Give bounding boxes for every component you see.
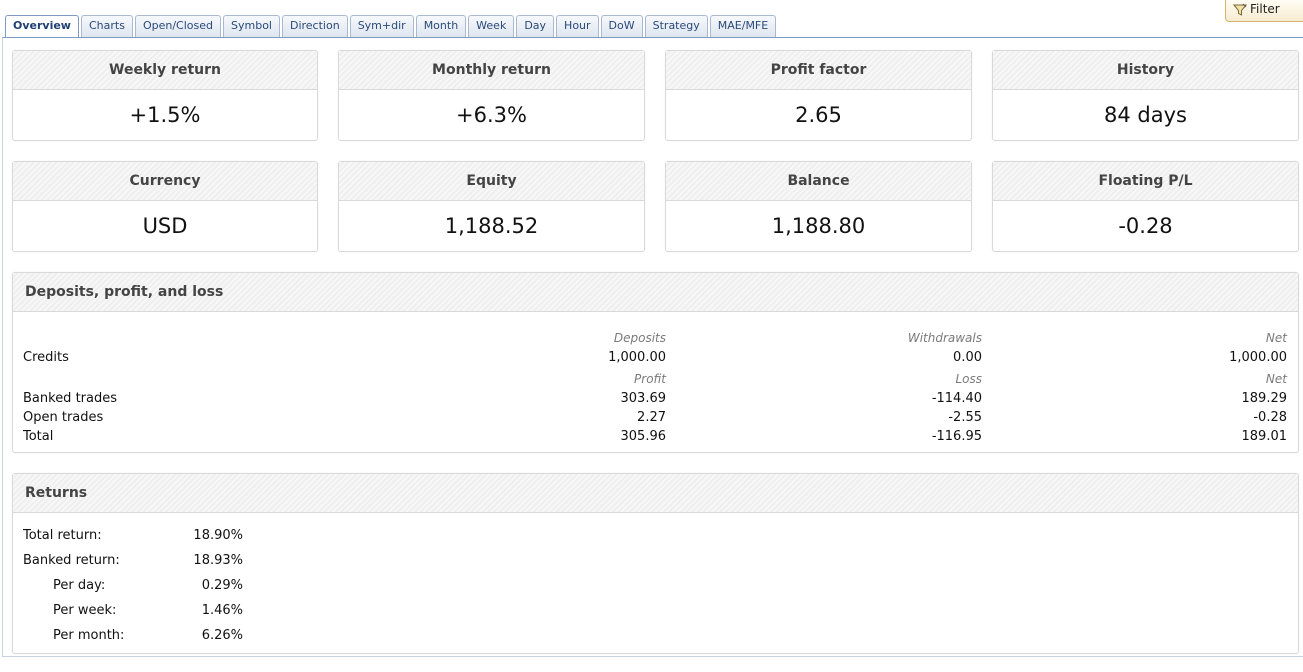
card-value: 1,188.52: [444, 214, 539, 238]
returns-list: Total return: 18.90% Banked return: 18.9…: [23, 526, 243, 651]
column-header: Net: [1265, 331, 1287, 345]
table-row: Credits 1,000.00 0.00 1,000.00: [23, 348, 1287, 367]
cell: -2.55: [948, 410, 982, 425]
column-header: Loss: [955, 372, 982, 386]
tab-month[interactable]: Month: [415, 15, 467, 37]
row-label: Open trades: [23, 410, 104, 425]
tab-charts[interactable]: Charts: [80, 15, 133, 37]
list-item: Banked return: 18.93%: [23, 551, 243, 576]
cell: 303.69: [620, 391, 667, 406]
return-value: 1.46%: [201, 603, 243, 618]
card-title: Floating P/L: [993, 162, 1298, 201]
tab-strategy[interactable]: Strategy: [644, 15, 708, 37]
list-item: Per week: 1.46%: [23, 601, 243, 626]
tab-sym-dir[interactable]: Sym+dir: [349, 15, 414, 37]
table-header-row: Profit Loss Net: [23, 370, 1287, 389]
cell: 1,000.00: [1229, 350, 1287, 365]
currency-card: Currency USD: [12, 161, 318, 252]
return-label: Per day:: [53, 578, 106, 593]
history-card: History 84 days: [992, 50, 1299, 141]
cell: -114.40: [931, 391, 982, 406]
cell: 305.96: [620, 429, 667, 444]
table-row: Banked trades 303.69 -114.40 189.29: [23, 389, 1287, 408]
card-value: -0.28: [1118, 214, 1173, 238]
return-value: 18.90%: [193, 528, 243, 543]
section-title: Returns: [13, 474, 1298, 513]
cell: 189.29: [1241, 391, 1288, 406]
cell: 2.27: [637, 410, 666, 425]
card-title: Weekly return: [13, 51, 317, 90]
deposits-table: Deposits Withdrawals Net Credits 1,000.0…: [23, 329, 1287, 446]
cell: 1,000.00: [608, 350, 666, 365]
cell: -116.95: [931, 429, 982, 444]
list-item: Total return: 18.90%: [23, 526, 243, 551]
row-label: Banked trades: [23, 391, 118, 406]
card-value: 84 days: [1104, 103, 1187, 127]
tab-overview[interactable]: Overview: [5, 15, 79, 38]
return-label: Per week:: [53, 603, 117, 618]
tab-open-closed[interactable]: Open/Closed: [134, 15, 221, 37]
column-header: Deposits: [613, 331, 666, 345]
card-title: Equity: [339, 162, 644, 201]
table-row: Open trades 2.27 -2.55 -0.28: [23, 408, 1287, 427]
equity-card: Equity 1,188.52: [338, 161, 645, 252]
tab-hour[interactable]: Hour: [556, 15, 599, 37]
cell: 0.00: [953, 350, 982, 365]
weekly-return-card: Weekly return +1.5%: [12, 50, 318, 141]
monthly-return-card: Monthly return +6.3%: [338, 50, 645, 141]
filter-button[interactable]: Filter: [1225, 0, 1303, 22]
tab-day[interactable]: Day: [516, 15, 555, 37]
card-title: Monthly return: [339, 51, 644, 90]
card-value: USD: [142, 214, 188, 238]
card-value: +1.5%: [129, 103, 201, 127]
tab-mae-mfe[interactable]: MAE/MFE: [709, 15, 777, 37]
tab-direction[interactable]: Direction: [281, 15, 348, 37]
return-value: 0.29%: [201, 578, 243, 593]
balance-card: Balance 1,188.80: [665, 161, 972, 252]
row-label: Credits: [23, 350, 69, 365]
list-item: Per day: 0.29%: [23, 576, 243, 601]
column-header: Profit: [634, 372, 666, 386]
card-title: Balance: [666, 162, 971, 201]
tab-list: Overview Charts Open/Closed Symbol Direc…: [5, 15, 777, 38]
card-title: Profit factor: [666, 51, 971, 90]
card-title: Currency: [13, 162, 317, 201]
table-header-row: Deposits Withdrawals Net: [23, 329, 1287, 348]
cell: 189.01: [1241, 429, 1288, 444]
section-title: Deposits, profit, and loss: [13, 273, 1298, 312]
list-item: Per month: 6.26%: [23, 626, 243, 651]
floating-pl-card: Floating P/L -0.28: [992, 161, 1299, 252]
column-header: Net: [1265, 372, 1287, 386]
filter-icon: [1233, 3, 1247, 16]
column-header: Withdrawals: [907, 331, 982, 345]
returns-panel: Returns Total return: 18.90% Banked retu…: [12, 473, 1299, 654]
return-label: Banked return:: [23, 553, 120, 568]
return-value: 6.26%: [201, 628, 243, 643]
cell: -0.28: [1253, 410, 1287, 425]
tab-week[interactable]: Week: [468, 15, 515, 37]
card-title: History: [993, 51, 1298, 90]
filter-label: Filter: [1250, 2, 1280, 16]
table-row: Total 305.96 -116.95 189.01: [23, 427, 1287, 446]
profit-factor-card: Profit factor 2.65: [665, 50, 972, 141]
return-label: Per month:: [53, 628, 125, 643]
deposits-panel: Deposits, profit, and loss Deposits With…: [12, 272, 1299, 453]
tab-dow[interactable]: DoW: [600, 15, 643, 37]
card-value: +6.3%: [456, 103, 527, 127]
return-value: 18.93%: [193, 553, 243, 568]
card-value: 2.65: [795, 103, 842, 127]
tab-bar: Overview Charts Open/Closed Symbol Direc…: [0, 0, 1303, 38]
row-label: Total: [23, 429, 54, 444]
card-value: 1,188.80: [771, 214, 866, 238]
return-label: Total return:: [23, 528, 102, 543]
tab-symbol[interactable]: Symbol: [223, 15, 280, 37]
